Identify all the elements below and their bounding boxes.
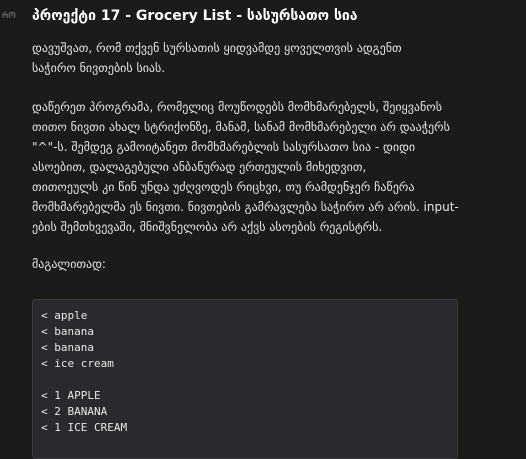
intro-line: საჭირო ნივთების სიას. — [32, 61, 166, 75]
problem-intro: დავუშვათ, რომ თქვენ სურსათის ყიდვამდე ყო… — [32, 38, 512, 78]
description-line: დაწერეთ პროგრამა, რომელიც მოუწოდებს მომხ… — [32, 100, 442, 114]
problem-description: დაწერეთ პროგრამა, რომელიც მოუწოდებს მომხ… — [32, 97, 512, 237]
code-input-line: < ice cream — [41, 357, 114, 370]
intro-line: დავუშვათ, რომ თქვენ სურსათის ყიდვამდე ყო… — [32, 41, 402, 55]
problem-title: პროექტი 17 - Grocery List - სასურსათო სი… — [32, 8, 358, 24]
description-line: მომხმარებელმა ეს ნივთი. ნივთების გამრავლ… — [32, 200, 459, 214]
description-line: ების შემთხვევაში, მნიშვნელობა არ აქვს ას… — [32, 220, 383, 234]
description-line: თითოეულს კი წინ უნდა უძღვოდეს რიცხვი, თუ… — [32, 180, 415, 194]
code-input-line: < banana — [41, 341, 94, 354]
description-line: "^"-ს. შემდეგ გამოიტანეთ მომხმარებლის სა… — [32, 140, 416, 154]
code-output-line: < 1 APPLE — [41, 389, 101, 402]
code-input-line: < apple — [41, 309, 88, 322]
code-input-line: < banana — [41, 325, 94, 338]
code-output-line: < 2 BANANA — [41, 405, 108, 418]
example-code-block: < apple < banana < banana < ice cream < … — [32, 299, 458, 459]
description-line: თითო ნივთი ახალ სტრიქონზე, მანამ, სანამ … — [32, 120, 450, 134]
gutter-label: ᲠᲝ — [2, 11, 16, 20]
description-line: ასოებით, დალაგებული ანბანურად ერთეულის მ… — [32, 160, 367, 174]
left-gutter: ᲠᲝ — [0, 0, 22, 445]
example-label: მაგალითად: — [32, 257, 106, 271]
code-output-line: < 1 ICE CREAM — [41, 421, 128, 434]
